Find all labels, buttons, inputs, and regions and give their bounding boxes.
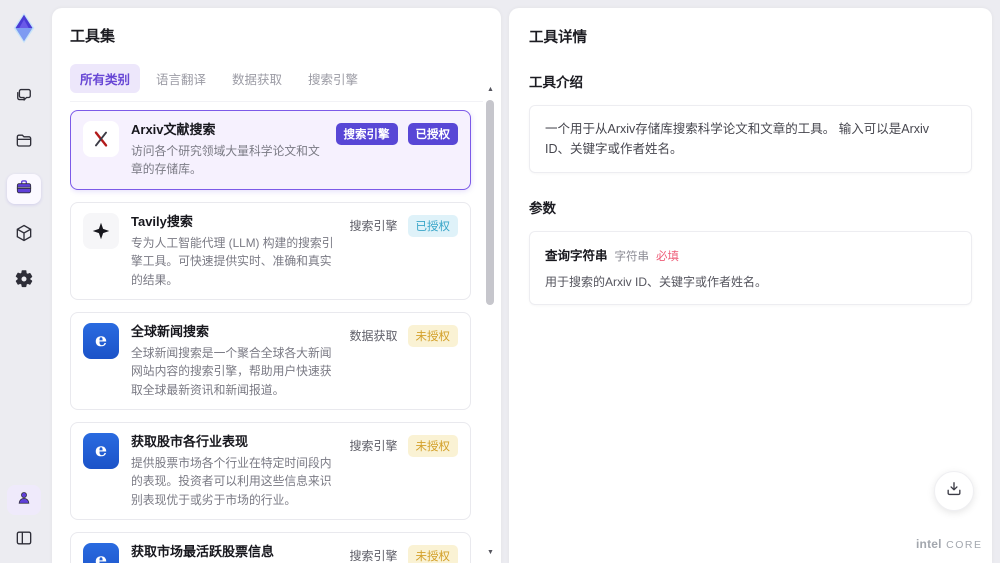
main-area: 工具集 所有类别 语言翻译 数据获取 搜索引擎 Arxiv文献搜索 访问各个研究…: [48, 0, 1000, 563]
scroll-up-arrow[interactable]: ▲: [485, 86, 496, 94]
blue-e-logo-icon: e: [83, 322, 119, 359]
arxiv-logo-icon: [83, 121, 119, 157]
sidebar-item-panel-toggle[interactable]: [7, 525, 41, 555]
sidebar-item-tools[interactable]: [7, 174, 41, 204]
tool-card-tavily[interactable]: Tavily搜索 专为人工智能代理 (LLM) 构建的搜索引擎工具。可快速提供实…: [70, 201, 471, 300]
auth-status-badge: 未授权: [407, 434, 458, 457]
folder-icon: [14, 131, 34, 156]
auth-status-badge: 未授权: [407, 324, 458, 347]
tab-language-translation[interactable]: 语言翻译: [146, 64, 216, 93]
category-label: 搜索引擎: [349, 219, 398, 234]
category-label: 数据获取: [349, 329, 398, 344]
scroll-down-arrow[interactable]: ▼: [485, 549, 496, 557]
category-tabs: 所有类别 语言翻译 数据获取 搜索引擎: [70, 64, 483, 102]
category-label: 搜索引擎: [349, 549, 398, 563]
sidebar-item-chat[interactable]: [7, 82, 41, 112]
tool-card-sector-performance[interactable]: e 获取股市各行业表现 提供股票市场各个行业在特定时间段内的表现。投资者可以利用…: [70, 421, 471, 520]
tool-card-description: 全球新闻搜索是一个聚合全球各大新闻网站内容的搜索引擎，帮助用户快速获取全球最新资…: [131, 345, 332, 397]
tool-card-arxiv[interactable]: Arxiv文献搜索 访问各个研究领域大量科学论文和文章的存储库。 搜索引擎 已授…: [70, 110, 471, 190]
auth-status-badge: 未授权: [407, 544, 458, 563]
cube-icon: [14, 223, 34, 248]
intro-heading: 工具介绍: [529, 75, 583, 90]
tool-card-title: Arxiv文献搜索: [131, 122, 216, 137]
sidebar-item-files[interactable]: [7, 128, 41, 158]
blue-e-logo-icon: e: [83, 432, 119, 469]
parameter-box: 查询字符串 字符串 必填 用于搜索的Arxiv ID、关键字或作者姓名。: [529, 231, 972, 305]
tool-card-list: Arxiv文献搜索 访问各个研究领域大量科学论文和文章的存储库。 搜索引擎 已授…: [70, 110, 483, 563]
tab-all-categories[interactable]: 所有类别: [70, 64, 141, 93]
download-icon: [944, 479, 964, 504]
download-button[interactable]: [934, 471, 974, 511]
sidebar-bottom: [7, 485, 41, 555]
sidebar-nav: [7, 82, 41, 296]
sidebar-item-user[interactable]: [7, 485, 41, 515]
category-badge: 搜索引擎: [335, 123, 398, 145]
tool-card-description: 访问各个研究领域大量科学论文和文章的存储库。: [131, 144, 320, 177]
scrollbar-thumb[interactable]: [486, 100, 494, 305]
toolbox-icon: [14, 177, 34, 202]
sidebar-item-settings[interactable]: [7, 266, 41, 296]
panel-toggle-icon: [14, 528, 34, 553]
param-name: 查询字符串: [545, 249, 608, 263]
tool-card-active-stocks[interactable]: e 获取市场最活跃股票信息 提供当天交易量最高的股票列表，投资者可以利用这些信息…: [70, 531, 471, 563]
tool-card-title: 获取股市各行业表现: [131, 433, 249, 449]
tool-list-panel: 工具集 所有类别 语言翻译 数据获取 搜索引擎 Arxiv文献搜索 访问各个研究…: [52, 8, 501, 563]
tool-card-global-news[interactable]: e 全球新闻搜索 全球新闻搜索是一个聚合全球各大新闻网站内容的搜索引擎，帮助用户…: [70, 311, 471, 410]
tool-intro-box: 一个用于从Arxiv存储库搜索科学论文和文章的工具。 输入可以是Arxiv ID…: [529, 105, 972, 173]
auth-status-badge: 已授权: [407, 214, 458, 237]
tool-card-title: Tavily搜索: [131, 213, 193, 229]
param-type: 字符串: [614, 251, 650, 263]
gear-icon: [14, 269, 34, 294]
tab-search-engine[interactable]: 搜索引擎: [298, 64, 368, 93]
detail-title: 工具详情: [529, 30, 587, 46]
app-logo-icon[interactable]: [6, 10, 42, 46]
intel-word: intel: [916, 537, 942, 551]
tab-data-fetch[interactable]: 数据获取: [222, 64, 292, 93]
intel-core-logo: intel CORE: [916, 535, 983, 553]
user-icon: [15, 489, 33, 512]
param-description: 用于搜索的Arxiv ID、关键字或作者姓名。: [545, 275, 768, 289]
tool-card-title: 全球新闻搜索: [131, 323, 210, 339]
category-label: 搜索引擎: [349, 439, 398, 454]
tool-card-title: 获取市场最活跃股票信息: [131, 543, 275, 559]
params-heading: 参数: [529, 201, 556, 216]
core-word: CORE: [946, 539, 983, 551]
page-title: 工具集: [70, 28, 116, 45]
auth-status-badge: 已授权: [407, 123, 458, 145]
list-scrollbar[interactable]: ▲ ▼: [485, 86, 496, 557]
chat-icon: [14, 85, 34, 110]
tool-card-description: 专为人工智能代理 (LLM) 构建的搜索引擎工具。可快速提供实时、准确和真实的结…: [131, 235, 334, 287]
blue-e-logo-icon: e: [83, 542, 119, 563]
tavily-star-icon: [83, 212, 119, 249]
param-required-label: 必填: [656, 251, 680, 263]
tool-card-description: 提供股票市场各个行业在特定时间段内的表现。投资者可以利用这些信息来识别表现优于或…: [131, 456, 332, 507]
app-sidebar: [0, 0, 48, 563]
tool-detail-panel: 工具详情 工具介绍 一个用于从Arxiv存储库搜索科学论文和文章的工具。 输入可…: [509, 8, 992, 563]
tool-intro-text: 一个用于从Arxiv存储库搜索科学论文和文章的工具。 输入可以是Arxiv ID…: [545, 122, 930, 156]
sidebar-item-models[interactable]: [7, 220, 41, 250]
